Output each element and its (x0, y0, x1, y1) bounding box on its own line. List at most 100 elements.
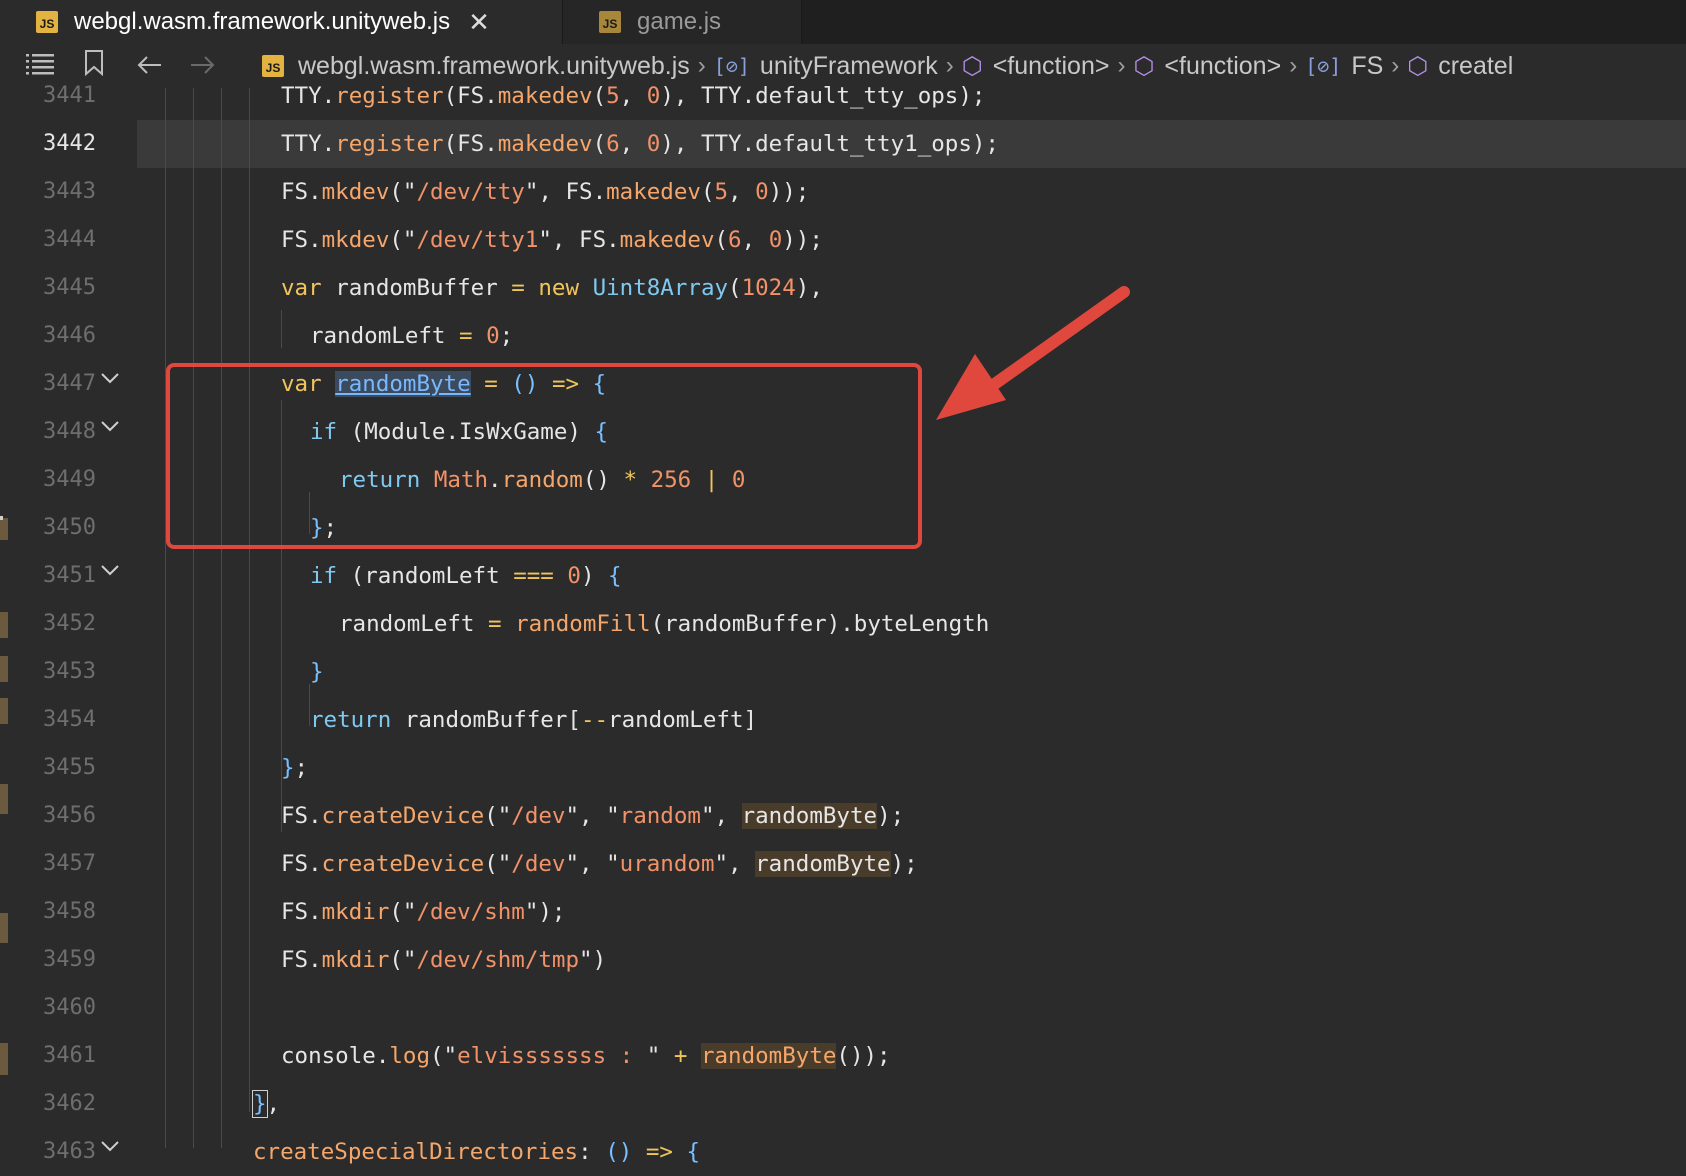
code-line-3445: var randomBuffer = new Uint8Array(1024), (281, 275, 823, 301)
identifier: randomLeft (608, 707, 744, 733)
change-marker (0, 913, 8, 943)
keyword: return (310, 707, 392, 733)
identifier: FS (457, 131, 485, 157)
number: 0 (755, 179, 769, 205)
tab-webgl-framework[interactable]: JS webgl.wasm.framework.unityweb.js ✕ (0, 0, 562, 44)
breadcrumb-item[interactable]: FS (1351, 52, 1383, 81)
code-line-3441: TTY.register(FS.makedev(5, 0), TTY.defau… (281, 83, 986, 109)
fold-chevron-icon[interactable] (97, 546, 123, 594)
line-number: 3449 (43, 467, 96, 492)
symbol-variable-icon: [⊘] (1305, 54, 1342, 78)
cube-icon: ⬡ (1133, 52, 1155, 80)
code-line-3461: console.log("elvisssssss : " + randomByt… (281, 1043, 891, 1069)
change-marker (0, 1043, 8, 1075)
number: 5 (714, 179, 729, 205)
forward-arrow-icon[interactable] (190, 51, 216, 82)
change-marker (0, 518, 8, 540)
identifier: randomLeft (339, 611, 475, 637)
property: createSpecialDirectories (253, 1139, 579, 1165)
identifier: FS (457, 83, 485, 109)
line-number: 3452 (43, 611, 96, 636)
identifier: randomBuffer (664, 611, 827, 637)
operator: = (459, 323, 473, 349)
keyword: if (310, 563, 338, 589)
chevron-right-icon: › (1289, 52, 1298, 79)
line-number: 3443 (43, 179, 96, 204)
method: mkdev (321, 179, 390, 205)
symbol-occurrence: randomByte (741, 803, 878, 829)
code-line-3463: createSpecialDirectories: () => { (253, 1139, 701, 1165)
identifier: FS (281, 899, 309, 925)
indent-guide (281, 310, 282, 348)
method: createDevice (321, 803, 485, 829)
line-number: 3442 (43, 131, 96, 156)
code-line-3452: randomLeft = randomFill(randomBuffer).by… (339, 611, 990, 637)
method: register (335, 131, 444, 157)
tab-game-js[interactable]: JS game.js (562, 0, 802, 44)
class-name: Uint8Array (592, 275, 729, 301)
code-line-3442: TTY.register(FS.makedev(6, 0), TTY.defau… (281, 131, 999, 157)
identifier: randomBuffer (404, 707, 568, 733)
identifier: TTY (281, 83, 322, 109)
line-number: 3448 (43, 419, 96, 444)
code-line-3462: }, (252, 1090, 281, 1118)
code-line-3454: return randomBuffer[--randomLeft] (310, 707, 758, 733)
number: 0 (768, 227, 783, 253)
string: elvisssssss : (457, 1043, 647, 1069)
back-arrow-icon[interactable] (136, 51, 162, 82)
breadcrumb-item[interactable]: <function> (993, 52, 1110, 81)
string: random (619, 803, 701, 829)
cube-icon: ⬡ (1407, 52, 1429, 80)
string: /dev (511, 851, 566, 877)
code-line-3455: }; (281, 755, 309, 781)
fold-chevron-icon[interactable] (97, 402, 123, 450)
punctuation: } (310, 659, 324, 685)
line-number: 3445 (43, 275, 96, 300)
code-line-3458: FS.mkdir("/dev/shm"); (281, 899, 566, 925)
line-number: 3458 (43, 899, 96, 924)
string: /dev/shm/tmp (416, 947, 580, 973)
line-number: 3451 (43, 563, 96, 588)
number: 0 (646, 83, 661, 109)
code-line-3453: } (310, 648, 324, 696)
line-number: 3462 (43, 1091, 96, 1116)
identifier: FS (281, 227, 309, 253)
code-line-3459: FS.mkdir("/dev/shm/tmp") (281, 947, 607, 973)
fold-chevron-icon[interactable] (97, 354, 123, 402)
code-editor[interactable]: TTY.register(FS.makedev(5, 0), TTY.defau… (137, 83, 1686, 1165)
line-number: 3459 (43, 947, 96, 972)
code-line-3451: if (randomLeft === 0) { (310, 563, 622, 589)
method: makedev (619, 227, 715, 253)
line-number: 3455 (43, 755, 96, 780)
number: 1024 (741, 275, 796, 301)
method: makedev (497, 131, 593, 157)
line-number: 3444 (43, 227, 96, 252)
identifier: TTY (700, 131, 742, 157)
close-icon[interactable]: ✕ (468, 7, 490, 38)
tab-label: webgl.wasm.framework.unityweb.js (74, 8, 451, 35)
fold-chevron-icon[interactable] (97, 1122, 123, 1170)
operator: = (511, 275, 525, 301)
operator: -- (580, 707, 609, 733)
change-marker (0, 518, 3, 520)
string: /dev/shm (416, 899, 525, 925)
number: 6 (728, 227, 742, 253)
method: makedev (606, 179, 701, 205)
keyword: new (538, 275, 580, 301)
symbol-occurrence: randomByte (755, 851, 891, 877)
chevron-right-icon: › (1117, 52, 1126, 79)
line-number: 3447 (43, 371, 96, 396)
identifier: FS (281, 803, 309, 829)
tab-label: game.js (637, 8, 722, 35)
breadcrumb-item[interactable]: <function> (1164, 52, 1281, 81)
punctuation: { (608, 563, 622, 589)
number: 6 (606, 131, 620, 157)
indent-guide (221, 88, 222, 1148)
method: mkdir (321, 899, 390, 925)
keyword: var (281, 275, 322, 301)
identifier: FS (565, 179, 593, 205)
chevron-right-icon: › (1391, 52, 1400, 79)
identifier: randomLeft (310, 323, 446, 349)
line-number: 3457 (43, 851, 96, 876)
breadcrumb-item[interactable]: createl (1438, 52, 1513, 81)
